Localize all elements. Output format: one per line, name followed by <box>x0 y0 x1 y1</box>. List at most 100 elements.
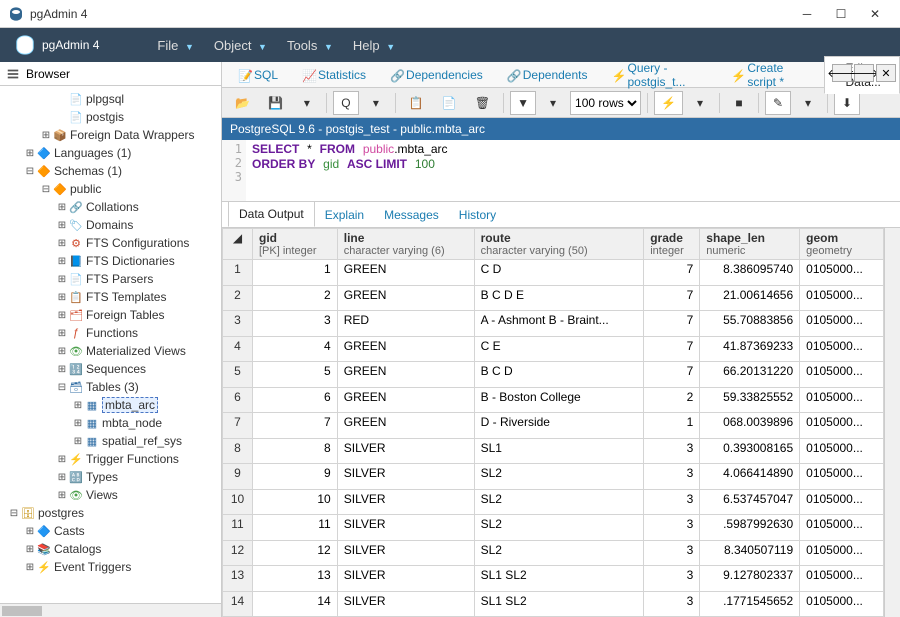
cell[interactable]: 3 <box>644 591 700 617</box>
cell[interactable]: 55.70883856 <box>700 311 800 337</box>
tree-item[interactable]: ⊞🏷Domains <box>0 216 221 234</box>
tree-item[interactable]: ⊞▦spatial_ref_sys <box>0 432 221 450</box>
tree-item[interactable]: ⊟🔶public <box>0 180 221 198</box>
tree-item[interactable]: ⊞ƒFunctions <box>0 324 221 342</box>
tree-item[interactable]: ⊞⚙FTS Configurations <box>0 234 221 252</box>
tree-item[interactable]: ⊞🔷Languages (1) <box>0 144 221 162</box>
column-header[interactable]: gradeinteger <box>644 229 700 260</box>
save-dropdown[interactable]: ▾ <box>294 91 320 115</box>
cell[interactable]: 0105000... <box>800 387 884 413</box>
table-row[interactable]: 22GREENB C D E721.006146560105000... <box>223 285 884 311</box>
tree-item[interactable]: ⊞🔢Sequences <box>0 360 221 378</box>
cell[interactable]: 3 <box>253 311 338 337</box>
minimize-button[interactable]: ─ <box>790 3 824 25</box>
save-button[interactable]: 💾 <box>261 91 290 115</box>
data-grid[interactable]: ◢gid[PK] integerlinecharacter varying (6… <box>222 228 884 617</box>
cell[interactable]: 2 <box>253 285 338 311</box>
cell[interactable]: SILVER <box>337 566 474 592</box>
tree-twisty[interactable]: ⊞ <box>56 202 68 213</box>
table-row[interactable]: 11GREENC D78.3860957400105000... <box>223 260 884 286</box>
tree-item[interactable]: ⊞🔠Types <box>0 468 221 486</box>
cell[interactable]: 0105000... <box>800 540 884 566</box>
filter-button[interactable]: ▼ <box>510 91 536 115</box>
cell[interactable]: 13 <box>253 566 338 592</box>
menu-object[interactable]: Object ▼ <box>214 38 267 53</box>
cell[interactable]: 8.340507119 <box>700 540 800 566</box>
cell[interactable]: 0105000... <box>800 515 884 541</box>
sidebar-scrollbar[interactable] <box>0 603 221 617</box>
cell[interactable]: 068.0039896 <box>700 413 800 439</box>
edit-button[interactable]: ✎ <box>765 91 791 115</box>
tab-create-script-[interactable]: ⚡Create script * <box>725 57 812 93</box>
tab-sql[interactable]: 📝SQL <box>232 64 284 86</box>
cell[interactable]: 0105000... <box>800 285 884 311</box>
tree-item[interactable]: ⊟🗃Tables (3) <box>0 378 221 396</box>
table-row[interactable]: 44GREENC E741.873692330105000... <box>223 336 884 362</box>
cell[interactable]: 0105000... <box>800 591 884 617</box>
tree-twisty[interactable]: ⊞ <box>56 454 68 465</box>
cell[interactable]: 8 <box>253 438 338 464</box>
tree-item[interactable]: ⊞👁Materialized Views <box>0 342 221 360</box>
row-number[interactable]: 11 <box>223 515 253 541</box>
tree-item[interactable]: ⊞▦mbta_arc <box>0 396 221 414</box>
table-row[interactable]: 1010SILVERSL236.5374570470105000... <box>223 489 884 515</box>
table-row[interactable]: 1414SILVERSL1 SL23.17715456520105000... <box>223 591 884 617</box>
column-header[interactable]: gid[PK] integer <box>253 229 338 260</box>
paste-button[interactable]: 📄 <box>435 91 464 115</box>
row-number[interactable]: 14 <box>223 591 253 617</box>
tree-twisty[interactable]: ⊞ <box>56 238 68 249</box>
cell[interactable]: SL2 <box>474 540 644 566</box>
tree-twisty[interactable]: ⊞ <box>72 418 84 429</box>
maximize-button[interactable]: ☐ <box>824 3 858 25</box>
cell[interactable]: 4.066414890 <box>700 464 800 490</box>
cell[interactable]: 0105000... <box>800 336 884 362</box>
table-row[interactable]: 66GREENB - Boston College259.33825552010… <box>223 387 884 413</box>
tree-twisty[interactable]: ⊟ <box>40 184 52 195</box>
editor-code[interactable]: SELECT * FROM public.mbta_arc ORDER BY g… <box>246 140 900 201</box>
row-number[interactable]: 4 <box>223 336 253 362</box>
tree-item[interactable]: ⊞🗂Foreign Tables <box>0 306 221 324</box>
grid-vscroll[interactable] <box>884 228 900 617</box>
row-number[interactable]: 3 <box>223 311 253 337</box>
cell[interactable]: 2 <box>644 387 700 413</box>
cell[interactable]: SILVER <box>337 438 474 464</box>
cell[interactable]: 3 <box>644 489 700 515</box>
cell[interactable]: 8.386095740 <box>700 260 800 286</box>
tree-twisty[interactable]: ⊞ <box>56 328 68 339</box>
cell[interactable]: 3 <box>644 438 700 464</box>
row-number[interactable]: 10 <box>223 489 253 515</box>
cell[interactable]: SILVER <box>337 464 474 490</box>
cell[interactable]: SILVER <box>337 515 474 541</box>
cell[interactable]: 10 <box>253 489 338 515</box>
tree-twisty[interactable]: ⊟ <box>8 508 20 519</box>
cell[interactable]: 7 <box>644 285 700 311</box>
delete-button[interactable]: 🗑 <box>468 91 497 115</box>
subtab-explain[interactable]: Explain <box>315 203 374 227</box>
cell[interactable]: SILVER <box>337 489 474 515</box>
tree-twisty[interactable]: ⊞ <box>56 292 68 303</box>
tab-nav-right[interactable]: 🡒 <box>854 64 874 82</box>
cell[interactable]: SILVER <box>337 540 474 566</box>
menu-tools[interactable]: Tools ▼ <box>287 38 333 53</box>
cell[interactable]: 7 <box>644 336 700 362</box>
column-header[interactable]: routecharacter varying (50) <box>474 229 644 260</box>
tree-twisty[interactable]: ⊞ <box>56 364 68 375</box>
tab-close[interactable]: ✕ <box>876 64 896 82</box>
tree-twisty[interactable]: ⊞ <box>72 400 84 411</box>
cell[interactable]: 3 <box>644 566 700 592</box>
close-button[interactable]: ✕ <box>858 3 892 25</box>
tab-dependencies[interactable]: 🔗Dependencies <box>384 64 489 86</box>
tree-item[interactable]: ⊞📄FTS Parsers <box>0 270 221 288</box>
table-row[interactable]: 77GREEND - Riverside1068.00398960105000.… <box>223 413 884 439</box>
cell[interactable]: C E <box>474 336 644 362</box>
tree-twisty[interactable]: ⊞ <box>24 562 36 573</box>
table-row[interactable]: 99SILVERSL234.0664148900105000... <box>223 464 884 490</box>
cell[interactable]: 6 <box>253 387 338 413</box>
download-button[interactable]: ⬇ <box>834 91 860 115</box>
cell[interactable]: 41.87369233 <box>700 336 800 362</box>
tree-item[interactable]: ⊞⚡Event Triggers <box>0 558 221 576</box>
cell[interactable]: 9.127802337 <box>700 566 800 592</box>
cell[interactable]: 0105000... <box>800 362 884 388</box>
table-row[interactable]: 55GREENB C D766.201312200105000... <box>223 362 884 388</box>
cell[interactable]: SL2 <box>474 489 644 515</box>
